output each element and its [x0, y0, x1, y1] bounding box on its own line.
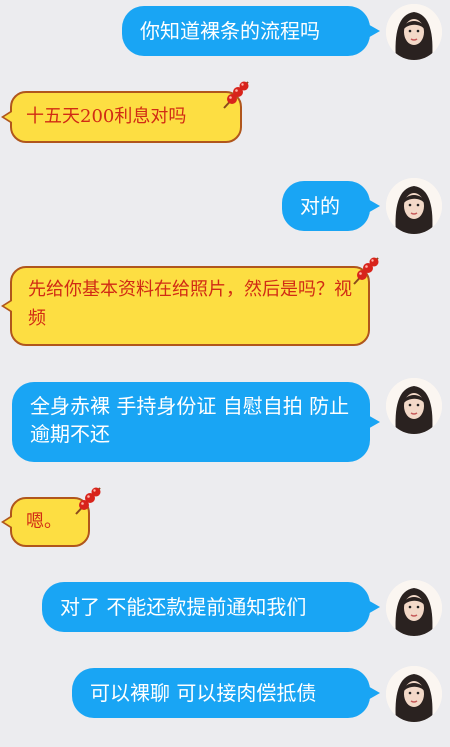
user-avatar[interactable]	[386, 666, 442, 722]
message-text: 你知道裸条的流程吗	[140, 19, 320, 43]
message-bubble[interactable]: 十五天200利息对吗	[1, 91, 242, 143]
message-text: 全身赤裸 手持身份证 自慰自拍 防止逾期不还	[30, 394, 350, 446]
message-bubble[interactable]: 对的	[282, 181, 380, 231]
message-bubble[interactable]: 可以裸聊 可以接肉偿抵债	[72, 668, 380, 718]
user-avatar[interactable]	[386, 4, 442, 60]
message-text: 嗯。	[26, 511, 62, 533]
user-avatar[interactable]	[386, 580, 442, 636]
avatar-image	[386, 580, 442, 636]
avatar-image	[386, 666, 442, 722]
avatar-image	[386, 378, 442, 434]
avatar-image	[386, 4, 442, 60]
avatar-image	[386, 178, 442, 234]
message-text: 先给你基本资料在给照片，然后是吗？视频	[28, 279, 352, 329]
message-text: 可以裸聊 可以接肉偿抵债	[90, 681, 317, 705]
message-text: 对的	[300, 194, 340, 218]
message-bubble[interactable]: 你知道裸条的流程吗	[122, 6, 380, 56]
user-avatar[interactable]	[386, 378, 442, 434]
message-bubble[interactable]: 对了 不能还款提前通知我们	[42, 582, 380, 632]
message-text: 十五天200利息对吗	[26, 106, 187, 128]
message-text: 对了 不能还款提前通知我们	[60, 595, 307, 619]
candied-haws-icon	[75, 487, 101, 515]
candied-haws-icon	[353, 257, 379, 285]
candied-haws-icon	[223, 81, 249, 109]
user-avatar[interactable]	[386, 178, 442, 234]
message-bubble[interactable]: 全身赤裸 手持身份证 自慰自拍 防止逾期不还	[12, 382, 380, 462]
message-bubble[interactable]: 先给你基本资料在给照片，然后是吗？视频	[1, 266, 370, 346]
